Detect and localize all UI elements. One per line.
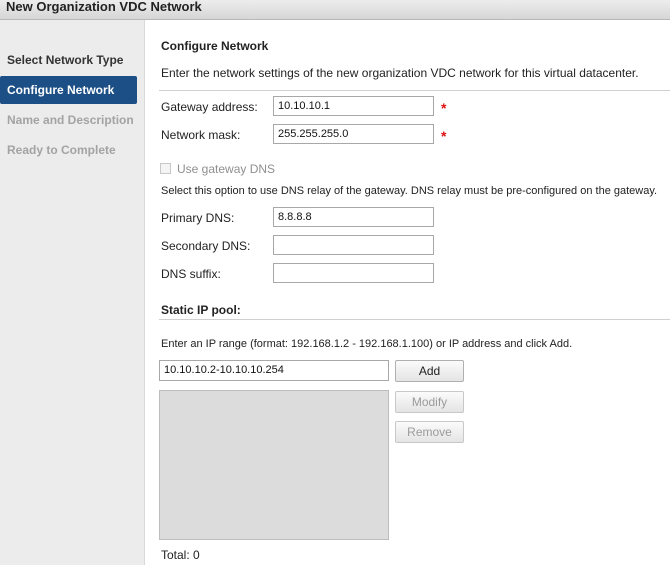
- gateway-address-input[interactable]: 10.10.10.1: [273, 96, 434, 116]
- configure-network-panel: Configure Network Enter the network sett…: [145, 20, 670, 565]
- ip-pool-instructions: Enter an IP range (format: 192.168.1.2 -…: [161, 338, 573, 350]
- step-configure-network[interactable]: Configure Network: [0, 76, 137, 104]
- use-gateway-dns-label: Use gateway DNS: [177, 162, 276, 176]
- window-title: New Organization VDC Network: [6, 0, 202, 14]
- static-ip-pool-title: Static IP pool:: [161, 303, 241, 317]
- section-title: Configure Network: [161, 39, 269, 53]
- step-select-network-type[interactable]: Select Network Type: [0, 46, 137, 74]
- ip-range-input[interactable]: 10.10.10.2-10.10.10.254: [159, 360, 389, 381]
- section-description: Enter the network settings of the new or…: [161, 66, 639, 80]
- wizard-steps-sidebar: Select Network Type Configure Network Na…: [0, 20, 145, 565]
- required-marker: *: [441, 100, 447, 116]
- network-mask-input[interactable]: 255.255.255.0: [273, 124, 434, 144]
- step-ready-to-complete: Ready to Complete: [7, 143, 116, 157]
- ip-pool-total: Total: 0: [161, 548, 200, 562]
- primary-dns-label: Primary DNS:: [161, 211, 235, 225]
- dns-suffix-input[interactable]: [273, 263, 434, 283]
- dns-suffix-label: DNS suffix:: [161, 267, 221, 281]
- add-button[interactable]: Add: [395, 360, 464, 382]
- gateway-address-label: Gateway address:: [161, 100, 258, 114]
- secondary-dns-input[interactable]: [273, 235, 434, 255]
- use-gateway-dns-checkbox[interactable]: [160, 163, 171, 174]
- step-name-and-description: Name and Description: [7, 113, 134, 127]
- ip-pool-list[interactable]: [159, 390, 389, 540]
- window-titlebar: New Organization VDC Network: [0, 0, 670, 20]
- pool-divider: [159, 319, 670, 320]
- remove-button: Remove: [395, 421, 464, 443]
- section-divider: [159, 90, 670, 91]
- required-marker: *: [441, 128, 447, 144]
- gateway-dns-hint: Select this option to use DNS relay of t…: [161, 185, 658, 197]
- secondary-dns-label: Secondary DNS:: [161, 239, 251, 253]
- network-mask-label: Network mask:: [161, 128, 241, 142]
- modify-button: Modify: [395, 391, 464, 413]
- primary-dns-input[interactable]: 8.8.8.8: [273, 207, 434, 227]
